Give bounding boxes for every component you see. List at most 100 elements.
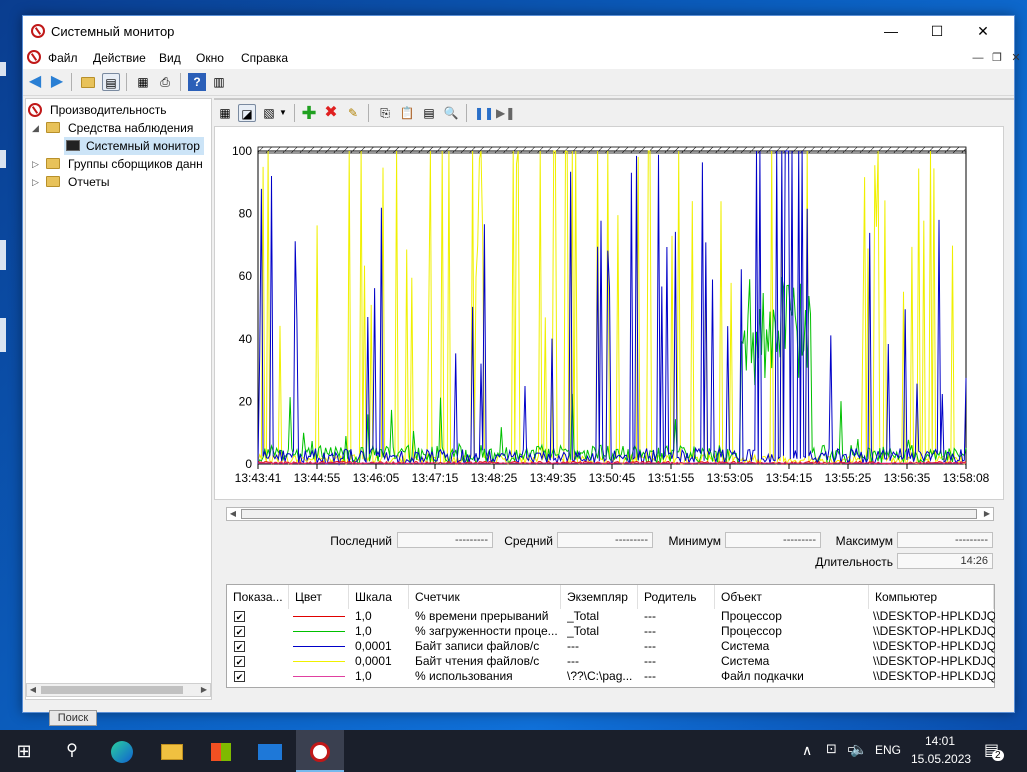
show-hidden-icons-chevron-up-icon[interactable]: ∧: [802, 742, 812, 759]
cell-scale: 1,0: [355, 669, 372, 683]
zoom-icon[interactable]: 🔍: [442, 104, 460, 122]
table-row[interactable]: ✔ 0,0001 Байт чтения файлов/с --- --- Система…: [227, 654, 995, 669]
mail-icon[interactable]: [246, 730, 294, 772]
table-row[interactable]: ✔ 1,0 % загруженности проце... _Total --- Про…: [227, 624, 995, 639]
maximize-button[interactable]: ☐: [914, 16, 960, 47]
clock-date[interactable]: 15.05.2023: [911, 752, 971, 766]
tree-item-system-monitor[interactable]: Системный монитор: [64, 137, 204, 155]
chevron-down-icon[interactable]: ▼: [278, 104, 288, 122]
chevron-right-icon[interactable]: ▷: [32, 155, 42, 173]
start-windows-icon[interactable]: ⊞: [0, 730, 48, 772]
search-icon[interactable]: ⚲: [48, 730, 96, 772]
show-hide-action-pane-icon[interactable]: ▥: [210, 73, 228, 91]
table-row[interactable]: ✔ 0,0001 Байт записи файлов/с --- --- Система…: [227, 639, 995, 654]
tree-item-monitoring-tools[interactable]: Средства наблюдения: [46, 119, 193, 137]
freeze-display-icon[interactable]: ❚❚: [474, 104, 494, 122]
col-header-color[interactable]: Цвет: [289, 585, 349, 609]
store-icon[interactable]: [197, 730, 245, 772]
edge-browser-icon[interactable]: [98, 730, 146, 772]
cell-object: Процессор: [721, 624, 782, 638]
properties-icon[interactable]: ▤: [420, 104, 438, 122]
add-counter-icon[interactable]: ✚: [300, 104, 318, 122]
main-toolbar: ◀ ▶ ▤ ▦ ⎙ ? ▥: [23, 69, 1014, 96]
menu-view[interactable]: Вид: [159, 51, 181, 65]
title-bar[interactable]: Системный монитор — ☐ ✕: [23, 16, 1014, 47]
statistics-panel: Последний --------- Средний --------- Ми…: [214, 530, 1004, 580]
col-header-show[interactable]: Показа...: [227, 585, 289, 609]
performance-graph[interactable]: 100 80 60 40 20 0 13:43:41 13:44:55 13:46:05 13:4…: [214, 126, 1004, 500]
highlight-icon[interactable]: ✎: [344, 104, 362, 122]
show-checkbox[interactable]: ✔: [234, 626, 245, 637]
scrollbar-thumb[interactable]: [241, 509, 977, 519]
desktop-icon-edge[interactable]: [0, 150, 6, 168]
volume-icon[interactable]: 🔈: [850, 741, 867, 758]
desktop-icon-edge[interactable]: [0, 240, 6, 270]
print-icon[interactable]: ⎙: [156, 73, 174, 91]
x-tick-label: 13:50:45: [589, 471, 636, 485]
scrollbar-thumb[interactable]: [41, 686, 183, 694]
x-tick-label: 13:43:41: [235, 471, 282, 485]
chevron-down-icon[interactable]: ◢: [32, 119, 42, 137]
delete-counter-icon[interactable]: ✖: [322, 104, 340, 122]
minimize-button[interactable]: —: [868, 16, 914, 47]
cell-instance: ---: [567, 639, 579, 653]
col-header-parent[interactable]: Родитель: [638, 585, 715, 609]
update-data-icon[interactable]: ▶❚: [496, 104, 515, 122]
properties-icon[interactable]: ▦: [134, 73, 152, 91]
change-graph-type-icon[interactable]: ▧: [260, 104, 278, 122]
network-icon[interactable]: ⊡: [826, 741, 837, 757]
menu-window[interactable]: Окно: [196, 51, 224, 65]
cell-instance: _Total: [567, 624, 600, 638]
col-header-instance[interactable]: Экземпляр: [561, 585, 638, 609]
mdi-minimize-button[interactable]: —: [970, 50, 986, 66]
duration-value: 14:26: [897, 553, 993, 569]
last-value: ---------: [397, 532, 493, 548]
scroll-left-icon[interactable]: ◀: [227, 508, 239, 520]
show-checkbox[interactable]: ✔: [234, 671, 245, 682]
paste-counter-list-icon[interactable]: 📋: [398, 104, 416, 122]
graph-time-scrollbar[interactable]: ◀ ▶: [226, 507, 994, 521]
tree-item-reports[interactable]: Отчеты: [46, 173, 109, 191]
back-arrow-icon[interactable]: ◀: [26, 73, 44, 91]
show-hide-tree-icon[interactable]: ▤: [102, 73, 120, 91]
mdi-restore-button[interactable]: ❐: [989, 50, 1005, 66]
copy-properties-icon[interactable]: ⎘: [376, 104, 394, 122]
show-checkbox[interactable]: ✔: [234, 611, 245, 622]
perfmon-taskbar-icon[interactable]: [296, 730, 344, 772]
chevron-right-icon[interactable]: ▷: [32, 173, 42, 191]
mdi-close-button[interactable]: ✕: [1008, 50, 1024, 66]
up-folder-icon[interactable]: [79, 73, 97, 91]
col-header-computer[interactable]: Компьютер: [869, 585, 994, 609]
col-header-scale[interactable]: Шкала: [349, 585, 409, 609]
show-checkbox[interactable]: ✔: [234, 656, 245, 667]
toolbar-separator: [368, 104, 369, 122]
col-header-counter[interactable]: Счетчик: [409, 585, 561, 609]
menu-action[interactable]: Действие: [93, 51, 146, 65]
mmc-system-menu-icon[interactable]: [27, 50, 41, 64]
language-indicator[interactable]: ENG: [875, 743, 901, 757]
graph-toolbar: ▦ ◪ ▧ ▼ ✚ ✖ ✎ ⎘ 📋 ▤ 🔍 ❚❚ ▶❚: [214, 98, 1014, 126]
close-button[interactable]: ✕: [960, 16, 1006, 47]
x-tick-label: 13:44:55: [294, 471, 341, 485]
desktop-icon-edge[interactable]: [0, 318, 6, 352]
scroll-left-icon[interactable]: ◀: [27, 684, 39, 696]
view-log-data-icon[interactable]: ◪: [238, 104, 256, 122]
menu-file[interactable]: Файл: [48, 51, 78, 65]
file-explorer-icon[interactable]: [148, 730, 196, 772]
table-row[interactable]: ✔ 1,0 % времени прерываний _Total --- Процесс…: [227, 609, 995, 624]
show-checkbox[interactable]: ✔: [234, 641, 245, 652]
menu-help[interactable]: Справка: [241, 51, 288, 65]
folder-icon: [46, 176, 60, 187]
forward-arrow-icon[interactable]: ▶: [48, 73, 66, 91]
scroll-right-icon[interactable]: ▶: [198, 684, 210, 696]
clock-time[interactable]: 14:01: [925, 734, 955, 748]
tree-item-collector-sets[interactable]: Группы сборщиков данн: [46, 155, 203, 173]
scroll-right-icon[interactable]: ▶: [981, 508, 993, 520]
col-header-object[interactable]: Объект: [715, 585, 869, 609]
desktop-icon-edge[interactable]: [0, 62, 6, 76]
tree-item-performance[interactable]: Производительность: [28, 101, 166, 119]
tree-horizontal-scrollbar[interactable]: ◀ ▶: [26, 683, 211, 697]
table-row[interactable]: ✔ 1,0 % использования \??\C:\pag... --- Файл …: [227, 669, 995, 684]
view-current-activity-icon[interactable]: ▦: [216, 104, 234, 122]
help-icon[interactable]: ?: [188, 73, 206, 91]
